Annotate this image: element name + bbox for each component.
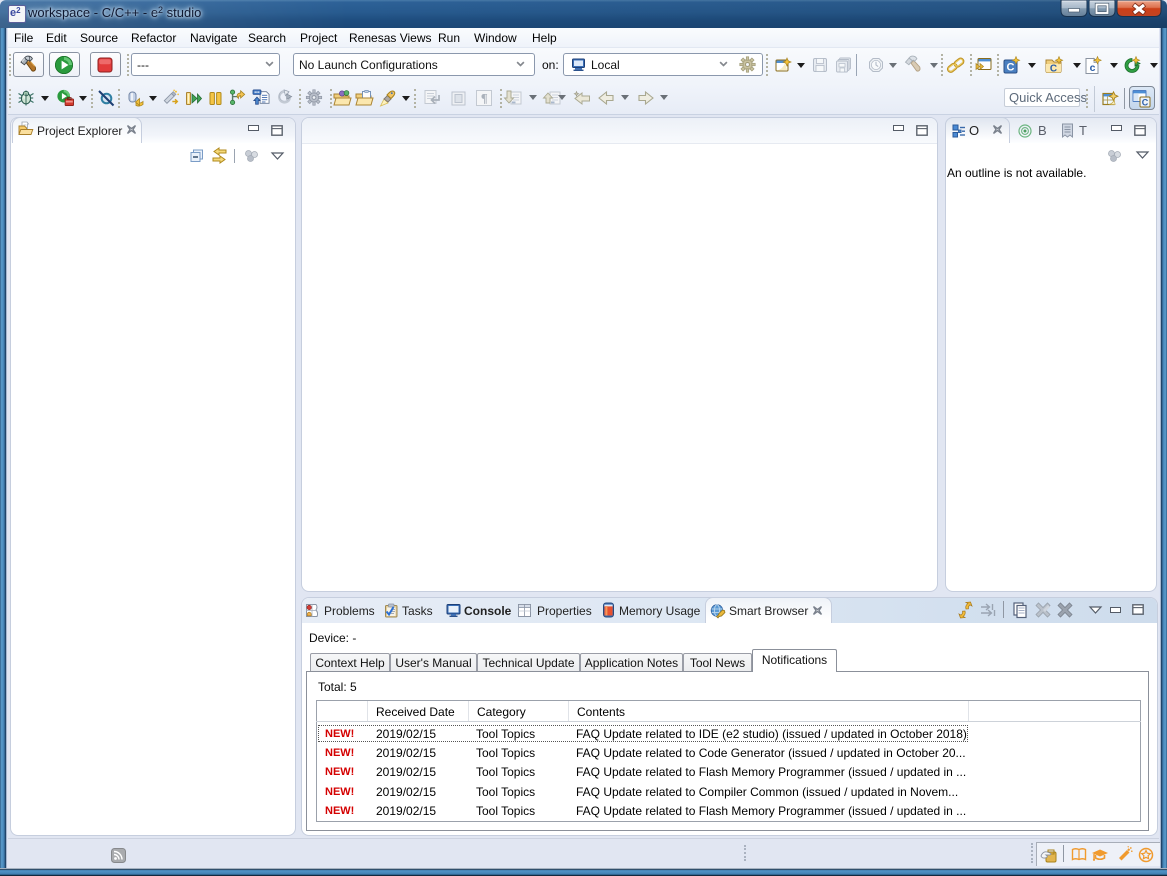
svg-text:C: C: [1050, 64, 1057, 75]
svg-text:C: C: [1142, 98, 1149, 108]
svg-text:C: C: [1007, 62, 1015, 74]
svg-text:c: c: [1090, 62, 1096, 74]
svg-text:¶: ¶: [481, 92, 488, 106]
